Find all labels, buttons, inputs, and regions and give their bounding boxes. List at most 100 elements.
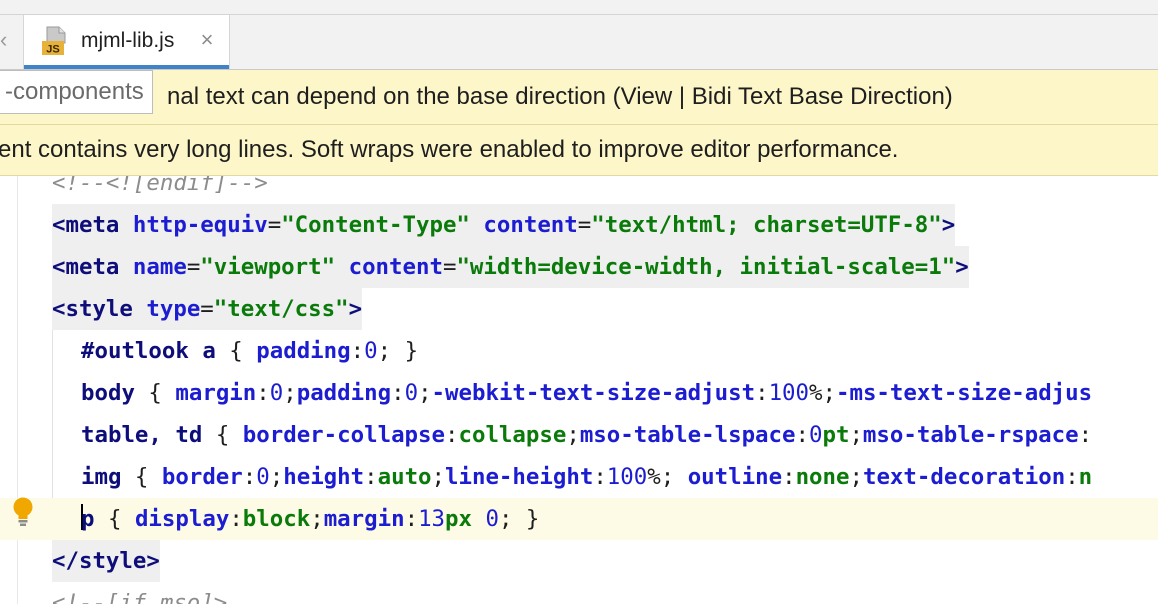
code-token: 0 [808,422,823,448]
code-line-content[interactable]: img { border:0;height:auto;line-height:1… [81,456,1092,498]
code-token: border [161,464,243,490]
code-token: ; [849,422,863,448]
code-token: n [1078,464,1093,490]
code-token: { [107,506,135,532]
code-token: { [229,338,257,364]
breadcrumb-tooltip: -components [0,70,153,114]
code-token: border-collapse [242,422,445,448]
code-token: block [242,506,311,532]
code-token: ; [418,380,432,406]
code-line-content[interactable]: <!--<![endif]--> [52,176,268,204]
code-token: margin [323,506,405,532]
js-file-icon-text: JS [46,44,59,56]
lightbulb-icon[interactable] [9,495,37,527]
code-token: "width=device-width, initial-scale=1" [456,254,956,280]
code-line-comment-endif: <!--<![endif]--> [0,176,1158,204]
code-line-content[interactable]: <meta name="viewport" content="width=dev… [52,246,969,288]
code-token: { [134,464,162,490]
code-token: </style> [52,548,160,574]
code-token: display [134,506,230,532]
code-token: = [267,212,282,238]
js-file-icon: JS [42,26,66,56]
code-token: padding [296,380,392,406]
tab-label: mjml-lib.js [81,29,175,52]
close-icon[interactable]: × [197,28,217,52]
code-line-content[interactable]: #outlook a { padding:0; } [81,330,418,372]
code-token: : [782,464,796,490]
code-token: collapse [458,422,567,448]
code-line-content[interactable]: p { display:block;margin:13px 0; } [81,498,539,540]
code-token: : [755,380,769,406]
code-token: "Content-Type" [281,212,470,238]
code-line-style-open: <style type="text/css"> [0,288,1158,330]
code-token: 0 [364,338,378,364]
code-token: : [229,506,243,532]
code-token: #outlook a [81,338,230,364]
code-token: { [148,380,176,406]
active-tab-indicator [24,65,229,69]
code-token: padding [256,338,351,364]
code-token: 0 [256,464,270,490]
code-line-content[interactable]: table, td { border-collapse:collapse;mso… [81,414,1092,456]
soft-wrap-notice-text: ent contains very long lines. Soft wraps… [0,136,899,163]
code-line-content[interactable]: <style type="text/css"> [52,288,363,330]
code-line-content[interactable]: body { margin:0;padding:0;-webkit-text-s… [81,372,1092,414]
code-token: none [795,464,850,490]
code-token: type [146,296,201,322]
code-token: margin [175,380,257,406]
code-line-content[interactable]: </style> [52,540,160,582]
code-token: 100 [768,380,810,406]
code-token: 100 [606,464,648,490]
tab-mjml-lib-js[interactable]: JS mjml-lib.js × [23,15,230,69]
code-token: : [364,464,378,490]
code-token: > [348,296,363,322]
code-token: 0 [404,380,419,406]
code-token: > [955,254,969,280]
code-token: img [81,464,135,490]
code-token: <meta [52,254,133,280]
code-token: <style [52,296,147,322]
code-line-css-table: table, td { border-collapse:collapse;mso… [0,414,1158,456]
code-token: : [1065,464,1079,490]
code-token: %; [647,464,688,490]
code-line-content[interactable]: <meta http-equiv="Content-Type" content=… [52,204,956,246]
code-token: ; [283,380,297,406]
editor-tab-bar: ‹ JS mjml-lib.js × [0,15,1158,70]
code-token: -webkit-text-size-adjust [431,380,756,406]
code-token: mso-table-lspace [579,422,796,448]
code-token: 13 [418,506,446,532]
code-token: name [132,254,187,280]
code-line-content[interactable]: <!--[if mso]> [52,582,227,604]
code-line-css-p: p { display:block;margin:13px 0; } [0,498,1158,540]
code-token: ; [310,506,324,532]
code-token: : [350,338,365,364]
code-token: ; [431,464,446,490]
code-token: -ms-text-size-adjus [835,380,1093,406]
code-line-meta-viewport: <meta name="viewport" content="width=dev… [0,246,1158,288]
code-token: ; [269,464,284,490]
code-token: %; [809,380,836,406]
code-line-css-body: body { margin:0;padding:0;-webkit-text-s… [0,372,1158,414]
code-token: : [445,422,459,448]
code-token: pt [822,422,850,448]
window-top-strip [0,0,1158,15]
code-token: line-height [445,464,594,490]
code-token: body [81,380,149,406]
code-token: 0 [485,506,499,532]
soft-wrap-notice-banner: ent contains very long lines. Soft wraps… [0,125,1158,176]
code-token: "viewport" [200,254,336,280]
code-line-comment-if-mso: <!--[if mso]> [0,582,1158,604]
code-token: ; } [377,338,419,364]
code-token: 0 [269,380,284,406]
code-token: = [442,254,457,280]
code-token: <!--[if mso]> [52,590,228,604]
code-token: = [577,212,592,238]
bidi-notice-text: nal text can depend on the base directio… [167,83,953,110]
code-token: content [348,254,443,280]
code-token: : [391,380,405,406]
code-token: content [483,212,578,238]
tab-scroll-left-icon[interactable]: ‹ [0,28,14,52]
code-token: text-decoration [862,464,1066,490]
code-editor[interactable]: <!--<![endif]--> <meta http-equiv="Conten… [0,176,1158,604]
bidi-notice-banner: nal text can depend on the base directio… [0,70,1158,125]
